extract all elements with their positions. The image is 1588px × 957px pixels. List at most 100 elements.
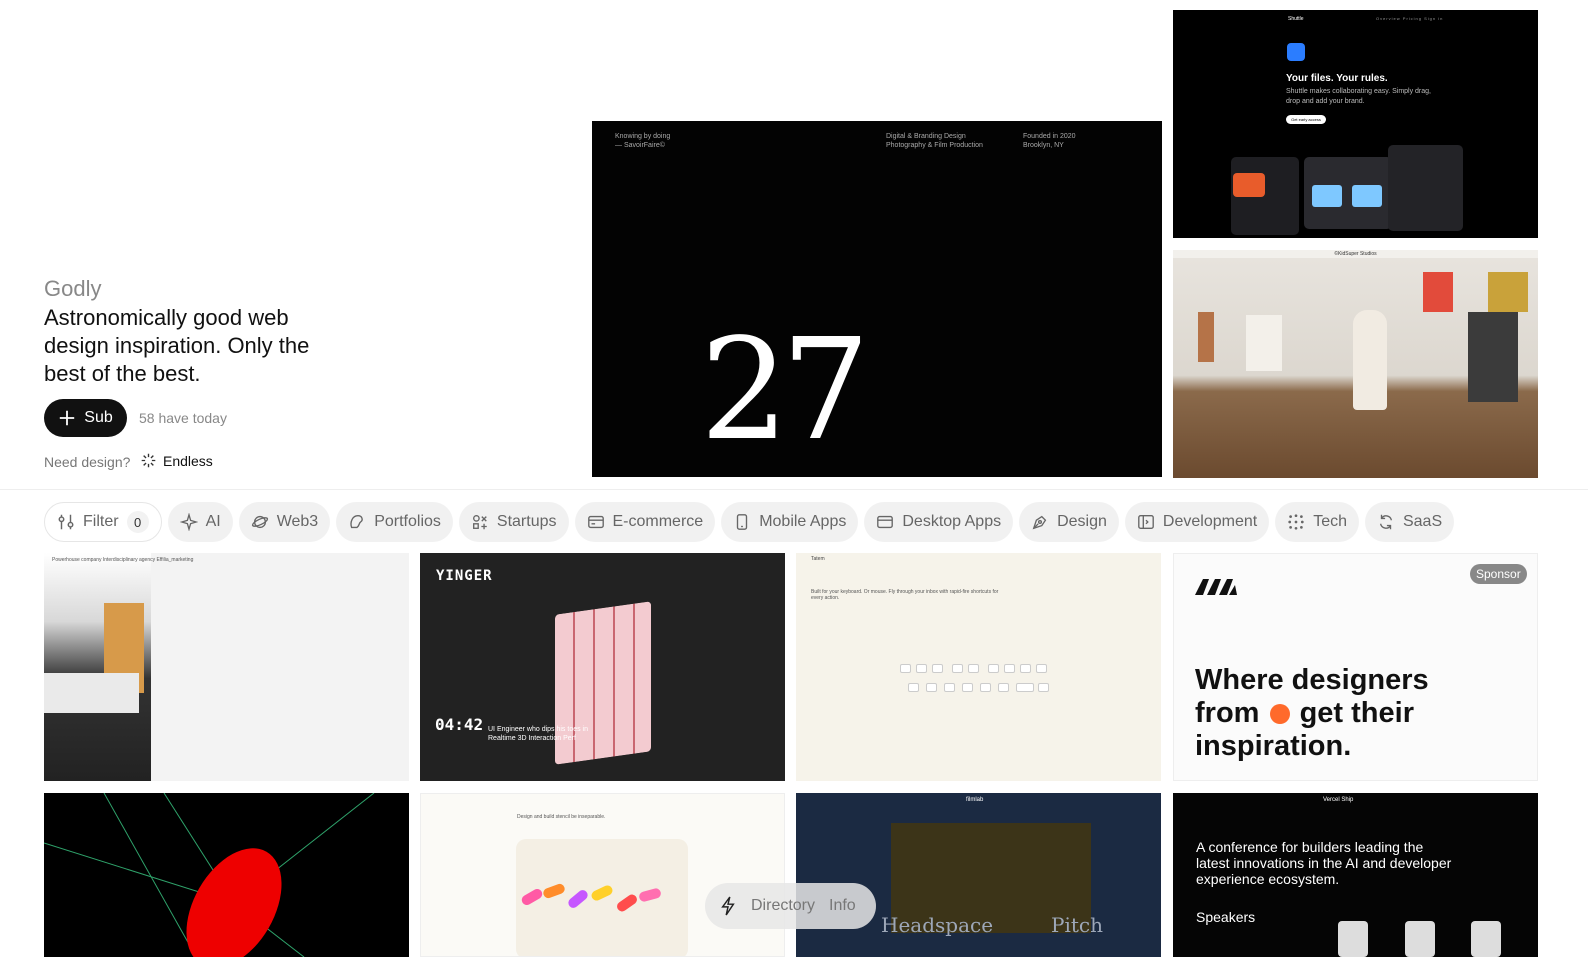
site-card[interactable]: Vercel Ship A conference for builders le… bbox=[1173, 793, 1538, 957]
card-speakers-label: Speakers bbox=[1196, 909, 1256, 925]
planet-icon bbox=[251, 515, 268, 529]
filter-count: 0 bbox=[126, 511, 149, 533]
card-icon bbox=[587, 515, 604, 529]
filter-button[interactable]: Filter 0 bbox=[44, 502, 162, 542]
hero-tagline: Astronomically good web design inspirati… bbox=[44, 305, 310, 386]
featured-site-main[interactable]: Knowing by doing — SavoirFaire© Digital … bbox=[592, 121, 1162, 477]
portfolio-icon bbox=[350, 515, 363, 529]
featured-site-shuttle[interactable]: Shuttle Overview Pricing Sign in Your fi… bbox=[1173, 10, 1538, 238]
featured-main-number: 27 bbox=[700, 309, 870, 472]
card-nav-text: Powerhouse company Interdisciplinary age… bbox=[52, 557, 194, 563]
orange-dot-icon bbox=[1269, 704, 1290, 725]
page: Godly Astronomically good web design ins… bbox=[0, 0, 1588, 957]
display-panel bbox=[1246, 315, 1282, 371]
site-card[interactable] bbox=[44, 793, 409, 957]
featured-main-founded: Founded in 2020 Brooklyn, NY bbox=[1023, 133, 1076, 149]
chip-label: Desktop Apps bbox=[902, 513, 1002, 530]
chip-desktop-apps[interactable]: Desktop Apps bbox=[864, 502, 1014, 542]
chip-ai[interactable]: AI bbox=[167, 502, 233, 542]
shuttle-share-panel bbox=[1388, 145, 1463, 231]
site-card[interactable]: filmlab Headspace Pitch bbox=[796, 793, 1161, 957]
sponsor-badge: Sponsor bbox=[1470, 564, 1527, 584]
card-logo: Vercel Ship bbox=[1323, 797, 1354, 803]
info-link[interactable]: Info bbox=[829, 897, 856, 915]
card-logo: filmlab bbox=[966, 797, 984, 803]
filter-label: Filter bbox=[83, 513, 119, 530]
chip-label: Mobile Apps bbox=[759, 513, 847, 530]
chip-saas[interactable]: SaaS bbox=[1364, 502, 1455, 542]
sponsor-card[interactable]: Sponsor Where designers from get their i… bbox=[1173, 553, 1538, 781]
site-card[interactable]: Powerhouse company Interdisciplinary age… bbox=[44, 553, 409, 781]
dots-icon bbox=[1288, 514, 1304, 530]
speaker-avatar bbox=[1405, 921, 1435, 957]
chip-tech[interactable]: Tech bbox=[1275, 502, 1359, 542]
pen-icon bbox=[1032, 515, 1047, 530]
card-photo-detail bbox=[44, 673, 139, 713]
artwork bbox=[1488, 272, 1528, 312]
filter-bar: Filter 0 AI Web3 Portfolios Startups E-c… bbox=[44, 502, 1455, 542]
directory-link[interactable]: Directory bbox=[751, 897, 815, 915]
card-time: 04:42 bbox=[435, 715, 484, 734]
card-heading: Built for your keyboard. Or mouse. Fly t… bbox=[811, 589, 999, 601]
chip-label: AI bbox=[205, 513, 221, 530]
chip-mobile-apps[interactable]: Mobile Apps bbox=[721, 502, 859, 542]
card-label-right: Pitch bbox=[1051, 913, 1103, 937]
chip-startups[interactable]: Startups bbox=[458, 502, 569, 542]
chip-label: Web3 bbox=[276, 513, 319, 530]
chip-portfolios[interactable]: Portfolios bbox=[336, 502, 453, 542]
featured-main-services: Digital & Branding Design Photography & … bbox=[886, 133, 983, 149]
sponsor-logo-icon bbox=[1195, 579, 1237, 595]
subscribe-label: Sub bbox=[84, 409, 113, 426]
sponsor-headline: Where designers from get their inspirati… bbox=[1195, 664, 1475, 763]
shuttle-cta: Get early access bbox=[1286, 115, 1326, 124]
mannequin bbox=[1353, 310, 1387, 410]
kidsuper-bar: ©KidSuper Studios bbox=[1173, 250, 1538, 258]
sliders-icon bbox=[58, 514, 74, 530]
chip-design[interactable]: Design bbox=[1019, 502, 1119, 542]
shuttle-app-tile bbox=[1233, 173, 1265, 197]
chip-label: Startups bbox=[496, 513, 557, 530]
bottom-nav-pill: Directory Info bbox=[705, 883, 876, 929]
shuttle-headline: Your files. Your rules. bbox=[1286, 73, 1388, 84]
shuttle-window-folders bbox=[1304, 157, 1392, 229]
card-caption: UI Engineer who dips his toes in Realtim… bbox=[488, 726, 588, 742]
chip-label: Tech bbox=[1313, 513, 1347, 530]
card-logo: YINGER bbox=[436, 568, 493, 584]
featured-site-kidsuper[interactable]: ©KidSuper Studios bbox=[1173, 250, 1538, 478]
chip-label: Portfolios bbox=[374, 513, 441, 530]
speaker-avatar bbox=[1338, 921, 1368, 957]
artwork bbox=[1198, 312, 1214, 362]
subscribe-button[interactable]: Sub bbox=[44, 399, 127, 437]
endless-logo-icon bbox=[141, 453, 156, 468]
site-card[interactable]: Tatem Built for your keyboard. Or mouse.… bbox=[796, 553, 1161, 781]
refresh-icon bbox=[1379, 514, 1393, 530]
speaker-avatar bbox=[1471, 921, 1501, 957]
featured-main-tagline: Knowing by doing — SavoirFaire© bbox=[615, 133, 671, 149]
site-card[interactable]: YINGER 04:42 UI Engineer who dips his to… bbox=[420, 553, 785, 781]
card-text: Design and build stencil be inseparable. bbox=[517, 814, 606, 820]
shuttle-app-icon bbox=[1287, 43, 1305, 61]
card-label-left: Headspace bbox=[881, 913, 994, 937]
startup-icon bbox=[472, 515, 487, 530]
chip-label: E-commerce bbox=[612, 513, 704, 530]
chip-label: SaaS bbox=[1402, 513, 1443, 530]
chip-development[interactable]: Development bbox=[1124, 502, 1270, 542]
window-icon bbox=[877, 515, 894, 529]
phone-icon bbox=[737, 514, 748, 530]
sparkle-icon bbox=[179, 513, 198, 531]
card-headline: A conference for builders leading the la… bbox=[1196, 839, 1452, 887]
card-logo: Tatem bbox=[811, 556, 825, 562]
site-card[interactable]: Design and build stencil be inseparable. bbox=[420, 793, 785, 957]
shuttle-body: Shuttle makes collaborating easy. Simply… bbox=[1286, 88, 1431, 105]
chip-label: Development bbox=[1162, 513, 1258, 530]
shuttle-nav: Overview Pricing Sign in bbox=[1376, 16, 1444, 21]
lightning-icon[interactable] bbox=[719, 896, 737, 916]
subscriber-count: 58 have today bbox=[139, 410, 227, 426]
brand-name[interactable]: Godly bbox=[44, 276, 101, 302]
chip-web3[interactable]: Web3 bbox=[238, 502, 331, 542]
chip-ecommerce[interactable]: E-commerce bbox=[574, 502, 716, 542]
plus-icon bbox=[60, 410, 75, 426]
endless-link[interactable]: Endless bbox=[140, 452, 213, 469]
need-design-label: Need design? bbox=[44, 454, 131, 470]
folder-icon bbox=[1312, 185, 1342, 207]
